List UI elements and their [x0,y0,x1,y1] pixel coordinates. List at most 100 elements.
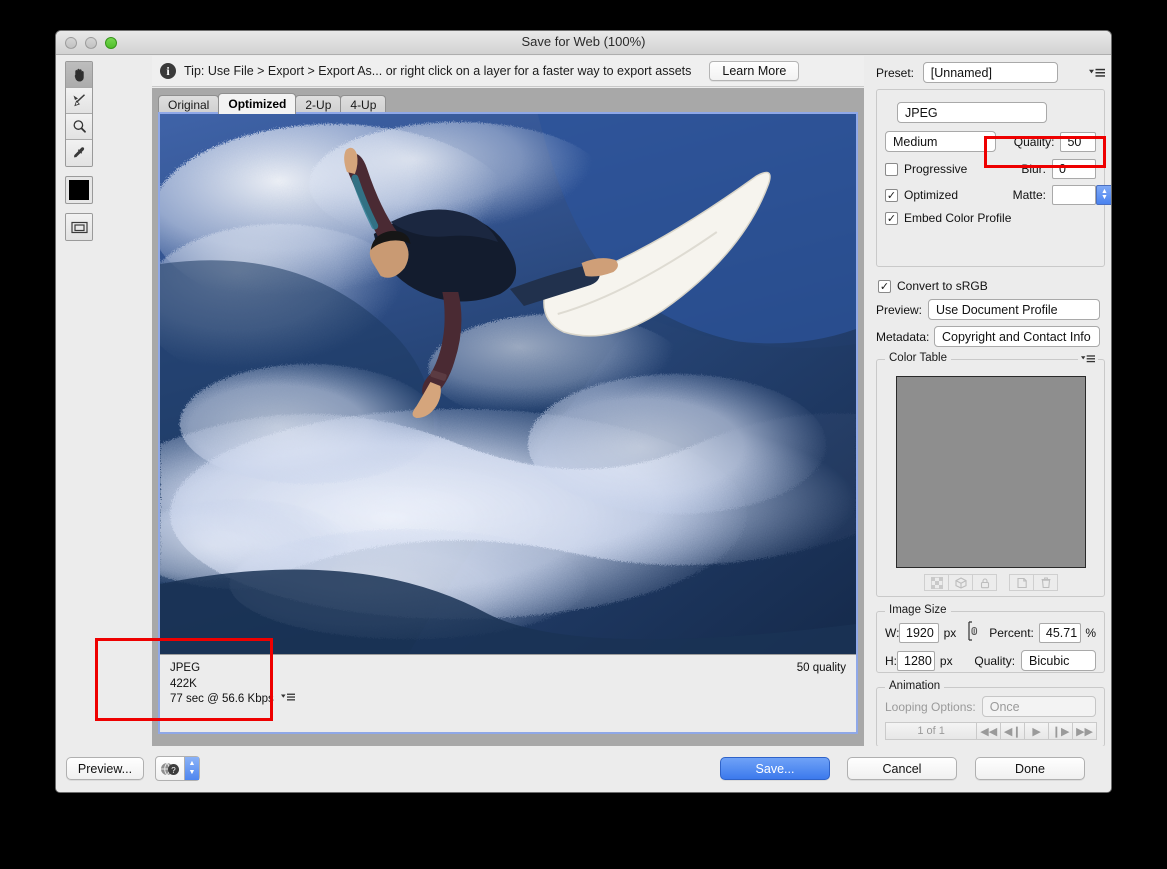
color-table-group: Color Table [876,352,1105,597]
preview-canvas[interactable]: JPEG 422K 77 sec @ 56.6 Kbps 50 quality [158,112,858,734]
panel-flyout-menu-icon[interactable] [1086,67,1105,79]
window-title: Save for Web (100%) [521,34,646,49]
image-size-group: Image Size W: 1920 px Percent: 45.71 % H… [876,604,1105,673]
tip-banner: i Tip: Use File > Export > Export As... … [152,56,864,87]
optimized-info-strip: JPEG 422K 77 sec @ 56.6 Kbps 50 quality [160,654,856,732]
color-table-flyout-icon[interactable] [1078,353,1098,365]
preview-tabs: Original Optimized 2-Up 4-Up [158,93,387,114]
color-table-swatch-area[interactable] [895,376,1086,568]
dialog-footer: Preview... ? ▲ ▼ Save... Cancel Done [56,746,1111,792]
slice-visibility-group [65,213,93,241]
height-unit: px [939,653,953,668]
blur-value-field[interactable]: 0 [1052,159,1096,179]
embed-color-profile-label: Embed Color Profile [904,211,1012,225]
chain-link-icon[interactable] [968,620,979,645]
preview-browser-select[interactable]: ? ▲ ▼ [155,756,200,781]
height-field[interactable]: 1280 [897,650,935,671]
quality-preset-row: Medium Quality: 50 [885,131,1096,152]
quality-value-field[interactable]: 50 [1060,131,1096,152]
preview-profile-row: Preview: Use Document Profile [876,299,1105,320]
percent-field[interactable]: 45.71 [1038,622,1082,643]
matte-label: Matte: [1012,188,1046,202]
looping-options-label: Looping Options: [885,699,976,714]
delete-trash-icon[interactable] [1033,574,1058,591]
next-frame-button: ❙▶ [1048,722,1074,740]
save-button[interactable]: Save... [720,757,830,780]
preview-browser-stepper[interactable]: ▲ ▼ [184,757,199,780]
first-frame-button: ◀◀ [976,722,1002,740]
info-filesize: 422K [170,677,197,690]
cancel-button[interactable]: Cancel [847,757,957,780]
animation-playback-controls: 1 of 1 ◀◀ ◀❙ ▶ ❙▶ ▶▶ [885,722,1098,740]
surfer-photo [160,114,856,654]
color-table-buttons [885,574,1096,591]
progressive-label: Progressive [904,162,968,176]
screenshot-root: Save for Web (100%) i Tip: Use File > Ex… [0,0,1167,869]
optimized-label: Optimized [904,188,959,202]
animation-title: Animation [885,680,945,692]
eyedropper-tool[interactable] [66,140,92,166]
last-frame-button: ▶▶ [1072,722,1098,740]
width-label: W: [885,625,900,640]
info-flyout-menu-icon[interactable] [280,692,295,708]
new-color-icon[interactable] [1009,574,1034,591]
svg-text:?: ? [171,766,176,775]
optimized-checkbox[interactable]: ✓ [885,188,898,202]
quality-preset-select[interactable]: Medium [885,131,996,152]
info-quality-note: 50 quality [796,662,846,674]
browser-globe-icon: ? [156,757,184,780]
foreground-color-swatch[interactable] [65,176,93,204]
toggle-slices-visibility-icon[interactable] [66,214,92,240]
slice-select-tool[interactable] [66,88,92,114]
resample-quality-select[interactable]: Bicubic [1021,650,1096,671]
matte-stepper[interactable]: ▲ ▼ [1096,185,1111,205]
embed-color-profile-row: ✓ Embed Color Profile [885,211,1096,225]
percent-label: Percent: [989,625,1034,640]
preview-pane: Original Optimized 2-Up 4-Up JPEG 422K 7… [152,88,864,761]
settings-panel: Preset: [Unnamed] JPEG Medium Quality: 5… [868,56,1111,747]
web-shift-cube-icon[interactable] [948,574,973,591]
resample-quality-label: Quality: [974,653,1016,668]
optimized-row: ✓ Optimized Matte: ▲ ▼ [885,185,1111,205]
lock-icon[interactable] [972,574,997,591]
percent-unit: % [1085,625,1096,640]
info-download-time: 77 sec @ 56.6 Kbps [170,693,274,705]
progressive-checkbox[interactable] [885,162,898,176]
convert-srgb-checkbox[interactable]: ✓ [878,279,891,293]
convert-srgb-label: Convert to sRGB [897,279,988,293]
tools-group [65,61,93,167]
hand-tool[interactable] [66,62,92,88]
metadata-select[interactable]: Copyright and Contact Info [934,326,1100,347]
convert-srgb-row: ✓ Convert to sRGB [878,279,1111,293]
format-options-group: JPEG Medium Quality: 50 Progressive Blur… [876,89,1111,267]
save-for-web-window: Save for Web (100%) i Tip: Use File > Ex… [55,30,1112,793]
tip-text: Tip: Use File > Export > Export As... or… [184,64,692,78]
previous-frame-button: ◀❙ [1000,722,1026,740]
width-unit: px [943,625,957,640]
info-format: JPEG [170,662,201,674]
preview-profile-select[interactable]: Use Document Profile [928,299,1100,320]
file-format-select[interactable]: JPEG [897,102,1047,123]
embed-color-profile-checkbox[interactable]: ✓ [885,211,898,225]
preview-button[interactable]: Preview... [66,757,144,780]
preview-profile-label: Preview: [876,302,923,317]
done-button[interactable]: Done [975,757,1085,780]
width-field[interactable]: 1920 [899,622,939,643]
matte-swatch-field[interactable]: ▲ ▼ [1052,185,1111,205]
quality-label: Quality: [1013,134,1055,149]
tab-optimized[interactable]: Optimized [218,93,297,114]
metadata-label: Metadata: [876,329,930,344]
tools-palette [65,61,93,241]
format-row: JPEG [897,102,1096,123]
zoom-tool[interactable] [66,114,92,140]
transparency-icon[interactable] [924,574,949,591]
preset-label: Preset: [876,65,915,80]
animation-group: Animation Looping Options: Once 1 of 1 ◀… [876,680,1105,747]
info-icon: i [160,63,176,79]
preset-select[interactable]: [Unnamed] [922,62,1058,83]
frame-counter: 1 of 1 [885,722,978,740]
learn-more-button[interactable]: Learn More [709,61,800,81]
blur-label: Blur: [1021,162,1046,176]
metadata-row: Metadata: Copyright and Contact Info [876,326,1105,347]
play-button: ▶ [1024,722,1050,740]
